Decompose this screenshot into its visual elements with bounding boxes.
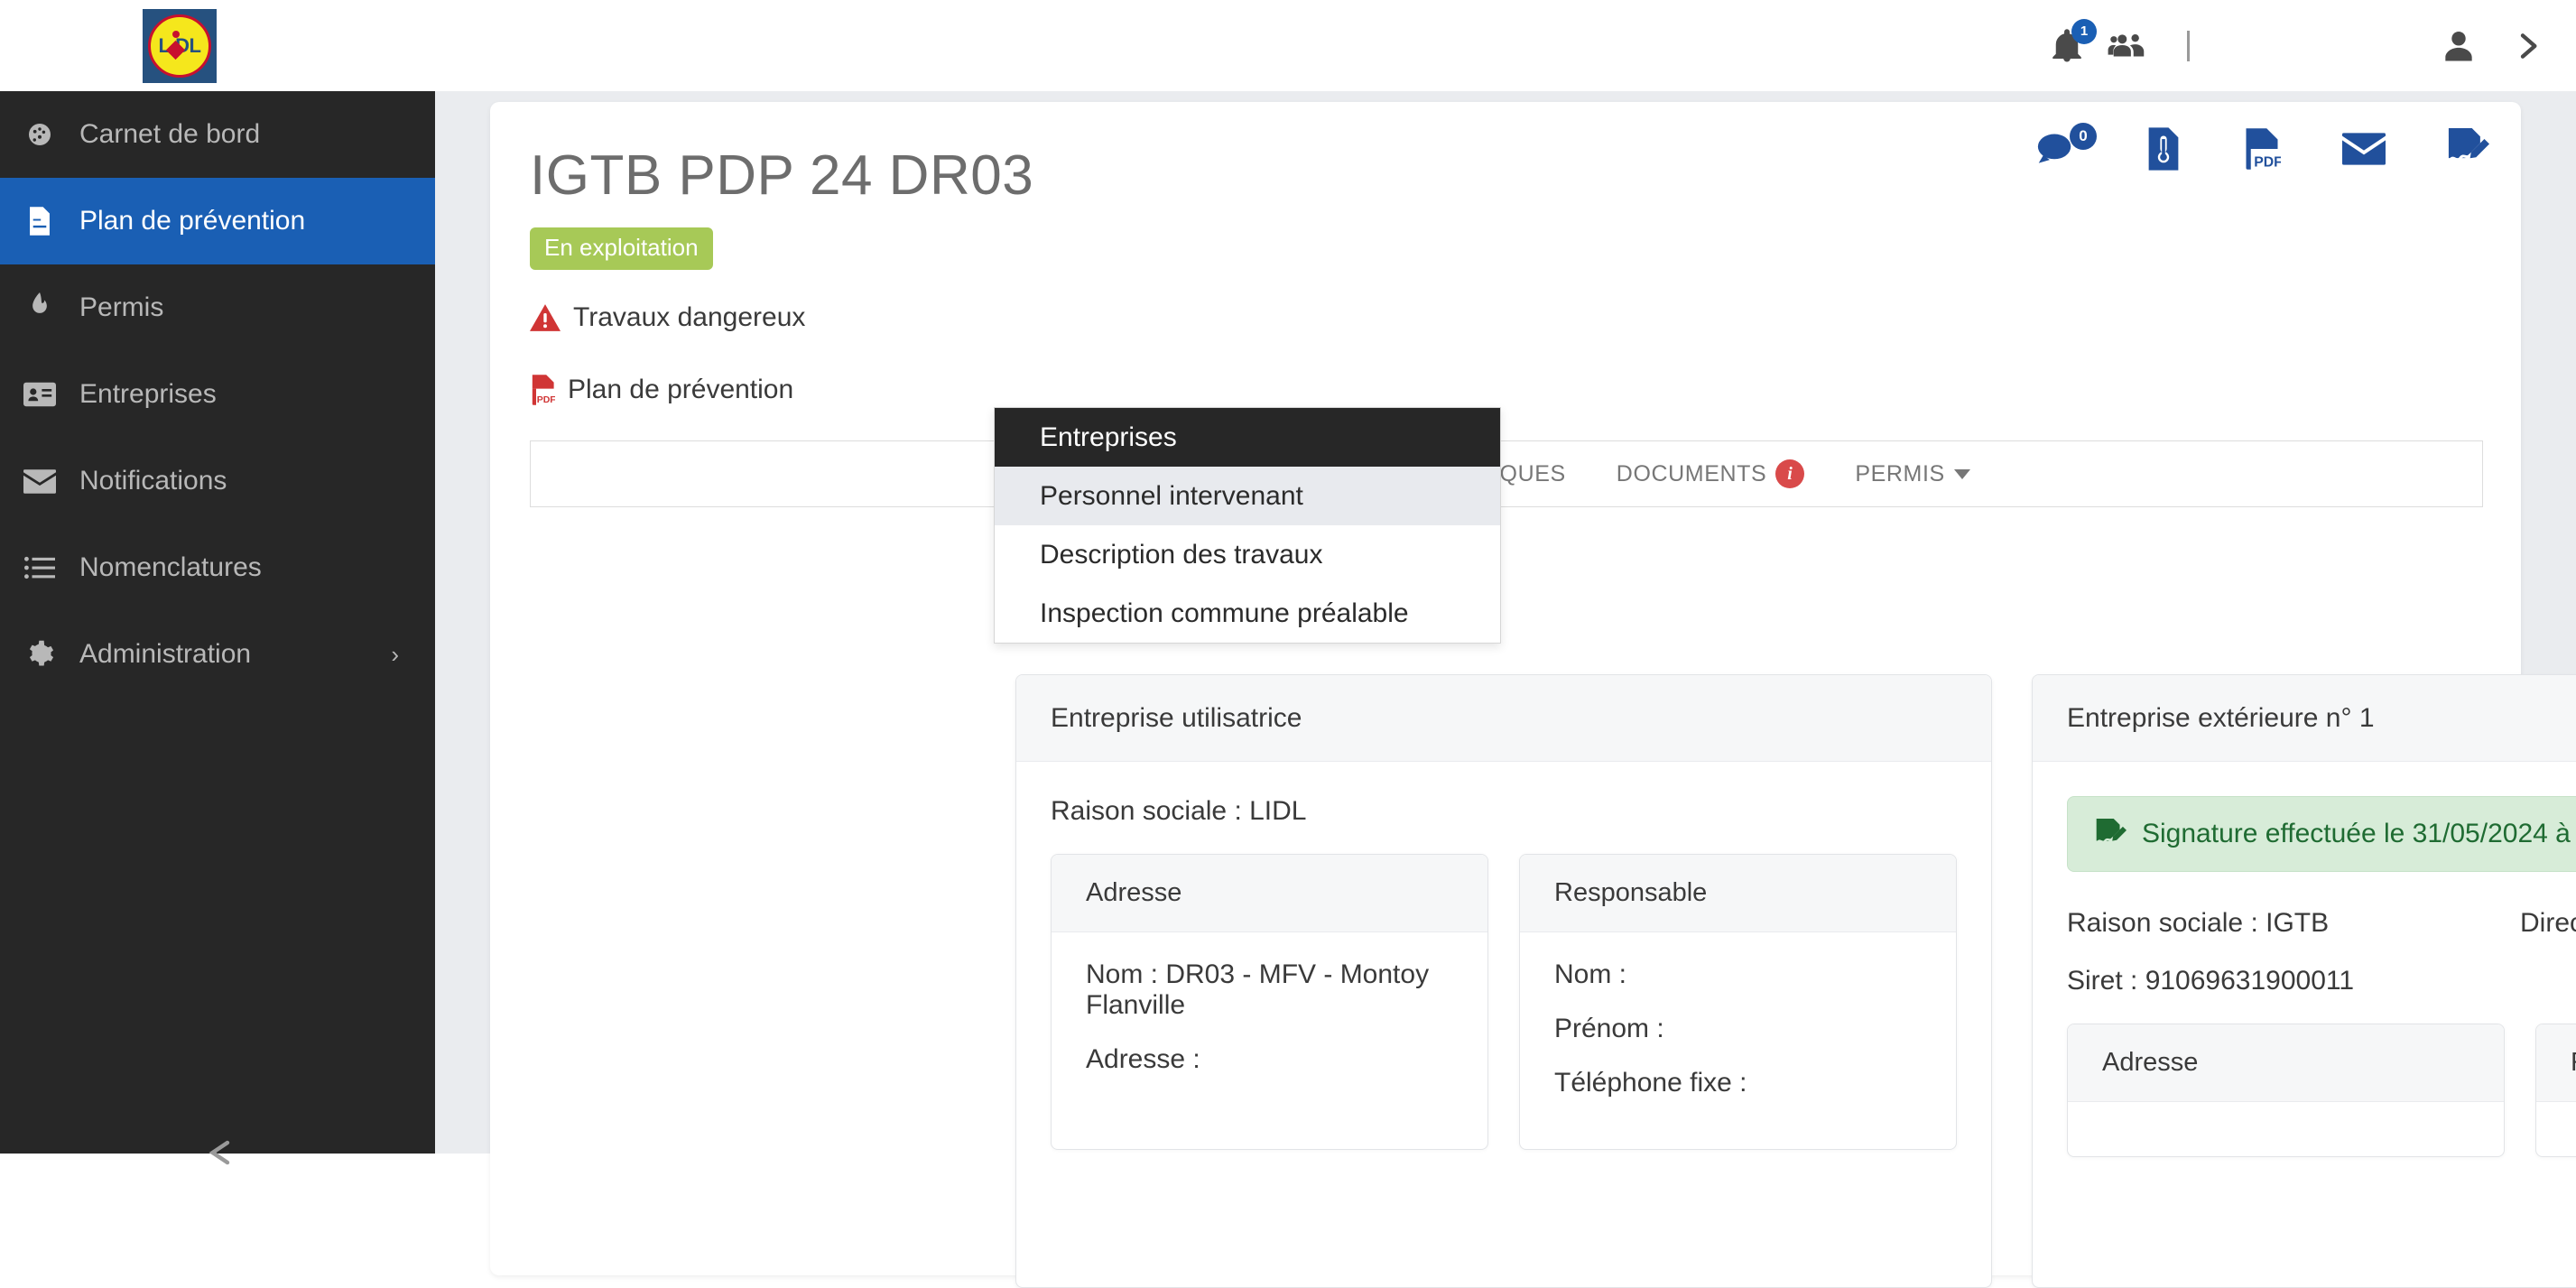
entreprise-exterieure-card: Entreprise extérieure n° 1 Signature eff… bbox=[2032, 674, 2576, 1288]
notification-badge: 1 bbox=[2071, 18, 2097, 44]
travaux-dangereux-label: Travaux dangereux bbox=[573, 302, 806, 332]
tab-bar: INTERVENTION ANALYSE DES RISQUES DOCUMEN… bbox=[530, 440, 2483, 508]
chevron-right-icon[interactable] bbox=[2509, 28, 2545, 64]
page-title: IGTB PDP 24 DR03 bbox=[530, 144, 1034, 207]
responsable-subcard: Responsable Nom : Prénom : Téléphone fix… bbox=[1519, 854, 1957, 1150]
ee-responsable-subcard: Responsable bbox=[2535, 1024, 2576, 1157]
logo-dot bbox=[171, 31, 180, 38]
sidebar-item-notifications[interactable]: Notifications bbox=[0, 438, 435, 524]
intervention-dropdown-menu: Entreprises Personnel intervenant Descri… bbox=[994, 407, 1501, 644]
sidebar-item-nomenclatures[interactable]: Nomenclatures bbox=[0, 524, 435, 611]
signature-icon bbox=[2095, 819, 2127, 849]
envelope-icon[interactable] bbox=[2342, 133, 2386, 165]
dropdown-item-label: Description des travaux bbox=[1040, 539, 1323, 570]
entreprise-utilisatrice-card: Entreprise utilisatrice Raison sociale :… bbox=[1015, 674, 1992, 1288]
document-icon bbox=[20, 206, 60, 236]
user-icon[interactable] bbox=[2439, 26, 2479, 66]
chevron-down-icon bbox=[1953, 468, 1970, 479]
list-icon bbox=[20, 555, 60, 580]
subcard-title: Adresse bbox=[2102, 1048, 2199, 1077]
responsable-nom: Nom : bbox=[1554, 959, 1627, 989]
main-content-card: IGTB PDP 24 DR03 En exploitation 0 PDF T… bbox=[490, 102, 2576, 1288]
subcard-title: Responsable bbox=[1554, 878, 1708, 907]
sidebar-item-label: Administration bbox=[79, 639, 252, 669]
sidebar-item-carnet-de-bord[interactable]: Carnet de bord bbox=[0, 91, 435, 178]
header-actions: 1 bbox=[2048, 0, 2576, 91]
chevron-right-icon: › bbox=[391, 640, 399, 668]
ee-directeur: Directeur/Gérant : bbox=[2520, 908, 2576, 938]
status-badge: En exploitation bbox=[530, 227, 713, 270]
sidebar-item-permis[interactable]: Permis bbox=[0, 264, 435, 351]
plan-de-prevention-link[interactable]: PDF Plan de prévention bbox=[530, 375, 793, 405]
dropdown-item-description-des-travaux[interactable]: Description des travaux bbox=[995, 525, 1500, 584]
sidebar-item-label: Entreprises bbox=[79, 379, 217, 409]
sidebar-item-label: Nomenclatures bbox=[79, 552, 262, 582]
dropdown-item-entreprises[interactable]: Entreprises bbox=[995, 408, 1500, 467]
adresse-value: Adresse : bbox=[1086, 1044, 1200, 1074]
team-icon[interactable] bbox=[2108, 25, 2149, 67]
top-header-bar: L DL 1 bbox=[0, 0, 2576, 91]
info-badge: i bbox=[1775, 459, 1805, 488]
document-thermometer-icon[interactable] bbox=[2145, 127, 2182, 171]
adresse-nom: Nom : DR03 - MFV - Montoy Flanville bbox=[1086, 959, 1430, 1020]
subcard-title: Adresse bbox=[1086, 878, 1182, 907]
page-background: IGTB PDP 24 DR03 En exploitation 0 PDF T… bbox=[435, 91, 2576, 1288]
warning-triangle-icon bbox=[530, 304, 561, 331]
sidebar-item-label: Plan de prévention bbox=[79, 206, 306, 236]
comments-count-badge: 0 bbox=[2070, 123, 2097, 150]
sidebar-item-label: Carnet de bord bbox=[79, 119, 261, 149]
sidebar-item-administration[interactable]: Administration › bbox=[0, 611, 435, 698]
dropdown-item-inspection-commune-prealable[interactable]: Inspection commune préalable bbox=[995, 584, 1500, 643]
bell-icon[interactable]: 1 bbox=[2048, 18, 2097, 65]
ee-siret: Siret : 91069631900011 bbox=[2067, 966, 2355, 996]
gear-icon bbox=[20, 640, 60, 669]
plan-de-prevention-label: Plan de prévention bbox=[568, 375, 794, 404]
signature-text: Signature effectuée le 31/05/2024 à 14h3… bbox=[2142, 819, 2576, 848]
sidebar-collapse-toggle[interactable] bbox=[0, 1137, 435, 1168]
flame-icon bbox=[20, 292, 60, 323]
card-title: Entreprise utilisatrice bbox=[1016, 675, 1991, 762]
lidl-logo[interactable]: L DL bbox=[143, 9, 217, 83]
travaux-dangereux-link[interactable]: Travaux dangereux bbox=[530, 302, 805, 333]
dashboard-icon bbox=[20, 120, 60, 149]
sidebar-item-label: Notifications bbox=[79, 466, 227, 496]
svg-text:PDF: PDF bbox=[537, 394, 555, 405]
ee-adresse-subcard: Adresse bbox=[2067, 1024, 2505, 1157]
envelope-icon bbox=[20, 468, 60, 494]
signature-banner: Signature effectuée le 31/05/2024 à 14h3… bbox=[2067, 796, 2576, 872]
signature-icon[interactable] bbox=[2447, 128, 2490, 170]
comments-icon[interactable]: 0 bbox=[2037, 123, 2097, 168]
dropdown-item-personnel-intervenant[interactable]: Personnel intervenant bbox=[995, 467, 1500, 525]
sidebar-item-entreprises[interactable]: Entreprises bbox=[0, 351, 435, 438]
pdf-file-icon: PDF bbox=[530, 375, 555, 405]
header-separator bbox=[2187, 30, 2190, 61]
sidebar: Carnet de bord Plan de prévention Permis bbox=[0, 91, 435, 1165]
dropdown-item-label: Personnel intervenant bbox=[1040, 480, 1303, 511]
dropdown-item-label: Inspection commune préalable bbox=[1040, 598, 1409, 628]
ee-raison-sociale: Raison sociale : IGTB bbox=[2067, 908, 2330, 938]
raison-sociale-value: Raison sociale : LIDL bbox=[1051, 796, 1307, 826]
tab-documents[interactable]: DOCUMENTS i bbox=[1591, 440, 1830, 507]
responsable-telephone: Téléphone fixe : bbox=[1554, 1068, 1747, 1098]
tab-permis[interactable]: PERMIS bbox=[1830, 440, 1995, 507]
sidebar-item-plan-de-prevention[interactable]: Plan de prévention bbox=[0, 178, 435, 264]
card-title: Entreprise extérieure n° 1 bbox=[2033, 675, 2576, 762]
pdf-icon[interactable]: PDF bbox=[2243, 127, 2281, 171]
svg-text:PDF: PDF bbox=[2254, 154, 2281, 170]
responsable-prenom: Prénom : bbox=[1554, 1014, 1664, 1043]
card-action-icons: 0 PDF bbox=[2037, 123, 2490, 171]
id-card-icon bbox=[20, 382, 60, 407]
dropdown-item-label: Entreprises bbox=[1040, 422, 1177, 452]
adresse-subcard: Adresse Nom : DR03 - MFV - Montoy Flanvi… bbox=[1051, 854, 1488, 1150]
tab-label: PERMIS bbox=[1855, 460, 1945, 486]
sidebar-item-label: Permis bbox=[79, 292, 164, 322]
tab-label: DOCUMENTS bbox=[1616, 460, 1767, 486]
subcard-title: Responsable bbox=[2571, 1048, 2576, 1078]
